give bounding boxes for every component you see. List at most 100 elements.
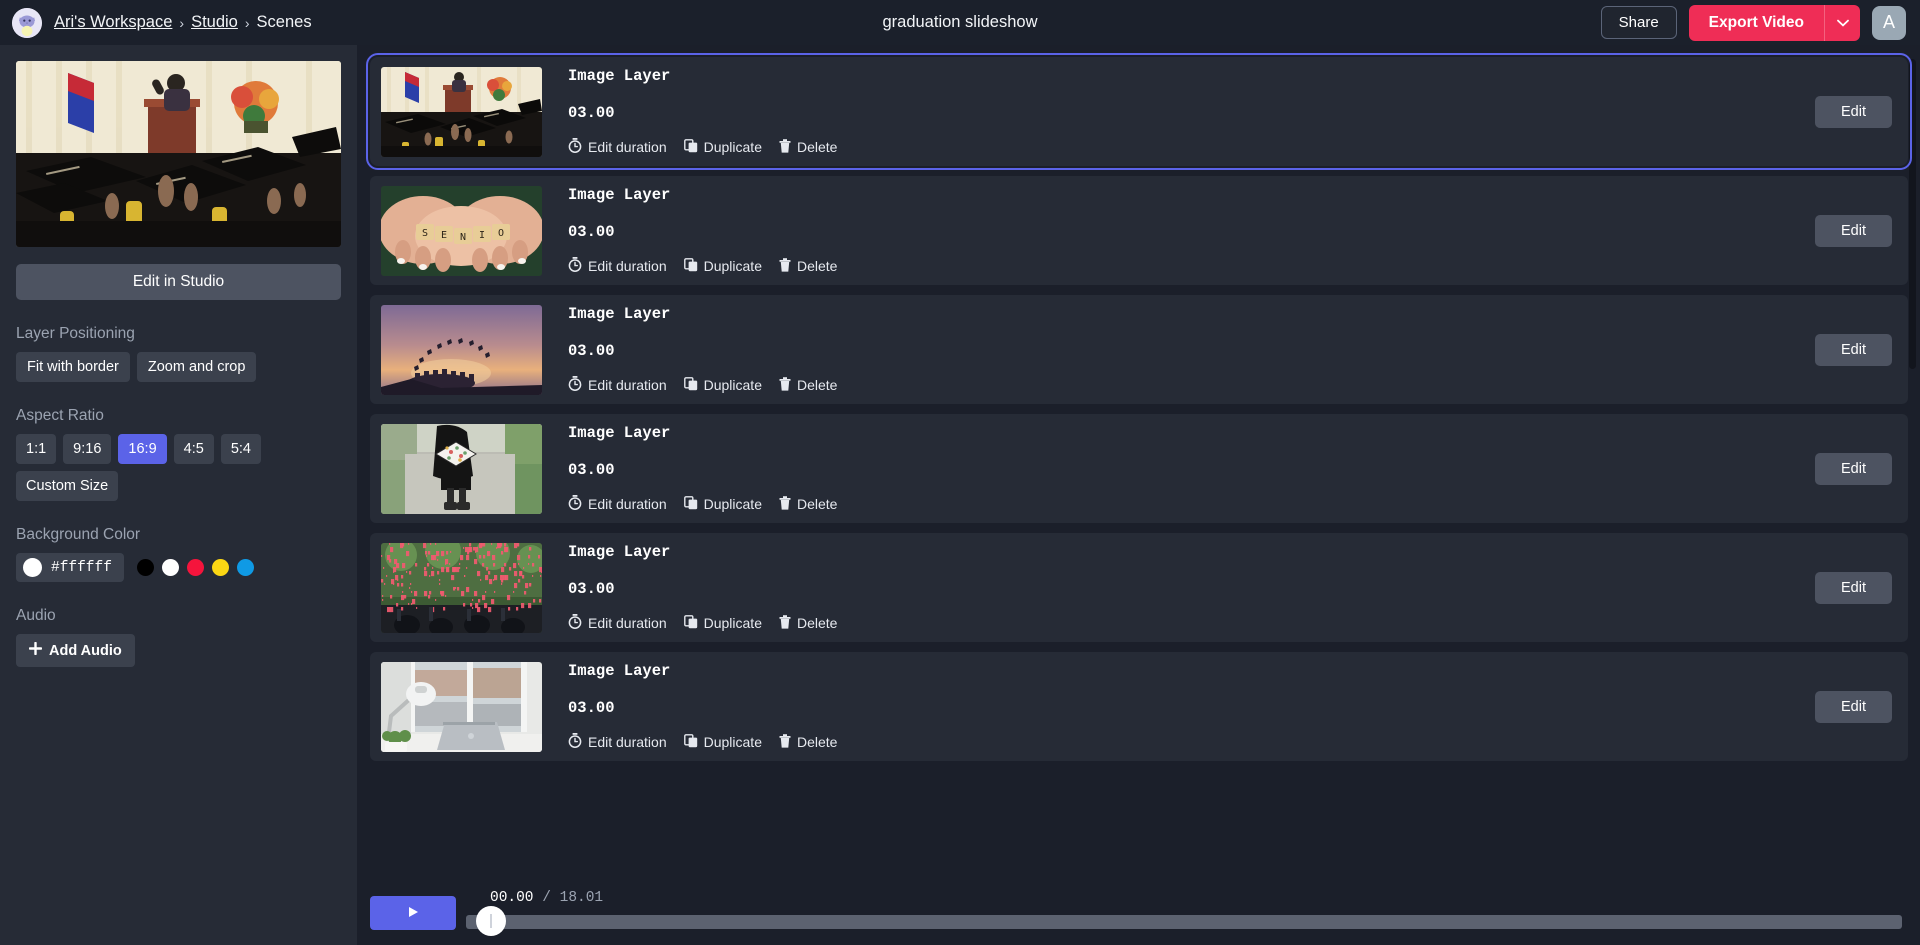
background-color-field[interactable]: #ffffff xyxy=(16,553,124,582)
scene-duration: 03.00 xyxy=(568,461,615,479)
color-preset-swatches xyxy=(136,559,254,576)
add-audio-button[interactable]: Add Audio xyxy=(16,634,135,667)
scene-info: Image Layer 03.00 Edit duration Duplicate De… xyxy=(568,662,837,751)
scene-actions: Edit duration Duplicate Delete xyxy=(568,733,837,751)
edit-duration-label: Edit duration xyxy=(588,734,667,750)
breadcrumb-separator: › xyxy=(179,14,185,31)
scene-edit-button[interactable]: Edit xyxy=(1815,95,1892,128)
chip-aspect-1-1[interactable]: 1:1 xyxy=(16,434,57,464)
chip-custom-size[interactable]: Custom Size xyxy=(16,471,119,501)
delete-action[interactable]: Delete xyxy=(779,257,837,275)
color-swatch-red[interactable] xyxy=(186,559,204,576)
edit-duration-action[interactable]: Edit duration xyxy=(568,614,667,632)
chip-zoom-and-crop[interactable]: Zoom and crop xyxy=(136,352,257,382)
timeline-track[interactable] xyxy=(466,915,1902,929)
share-button[interactable]: Share xyxy=(1600,6,1677,39)
chip-fit-with-border[interactable]: Fit with border xyxy=(16,352,130,382)
app-root: Ari's Workspace › Studio › Scenes gradua… xyxy=(0,0,1920,945)
scene-thumbnail[interactable]: SENIO xyxy=(381,185,542,276)
delete-action[interactable]: Delete xyxy=(779,138,837,156)
scene-row[interactable]: Image Layer 03.00 Edit duration Duplicate De… xyxy=(370,414,1908,523)
scene-layer-name: Image Layer xyxy=(568,305,671,323)
duplicate-label: Duplicate xyxy=(703,734,762,750)
edit-duration-action[interactable]: Edit duration xyxy=(568,138,667,156)
scene-row[interactable]: Image Layer 03.00 Edit duration Duplicate De… xyxy=(370,295,1908,404)
delete-action[interactable]: Delete xyxy=(779,376,838,394)
scene-thumbnail[interactable] xyxy=(381,661,542,752)
play-button[interactable] xyxy=(370,896,456,930)
copy-icon xyxy=(683,733,698,751)
breadcrumb-item-workspace[interactable]: Ari's Workspace xyxy=(54,13,172,32)
duplicate-action[interactable]: Duplicate xyxy=(683,138,762,156)
edit-duration-label: Edit duration xyxy=(588,615,667,631)
edit-in-studio-button[interactable]: Edit in Studio xyxy=(16,264,341,300)
layer-positioning-label: Layer Positioning xyxy=(16,325,135,342)
export-video-button[interactable]: Export Video xyxy=(1688,4,1824,41)
duplicate-action[interactable]: Duplicate xyxy=(683,733,762,751)
chevron-down-icon[interactable] xyxy=(1824,4,1860,41)
header-actions: Share Export Video A xyxy=(1600,4,1906,41)
export-button-group: Export Video xyxy=(1688,4,1860,41)
background-color-label: Background Color xyxy=(16,526,141,543)
color-swatch-blue[interactable] xyxy=(236,559,254,576)
scene-row[interactable]: Image Layer 03.00 Edit duration Duplicate De… xyxy=(366,53,1912,170)
chip-aspect-4-5[interactable]: 4:5 xyxy=(173,434,214,464)
audio-label: Audio xyxy=(16,607,56,624)
breadcrumb-item-studio[interactable]: Studio xyxy=(191,13,238,32)
edit-duration-label: Edit duration xyxy=(588,258,667,274)
chip-aspect-9-16[interactable]: 9:16 xyxy=(63,434,112,464)
add-audio-label: Add Audio xyxy=(49,642,122,659)
delete-label: Delete xyxy=(796,377,838,393)
edit-duration-action[interactable]: Edit duration xyxy=(568,733,667,751)
scene-thumbnail[interactable] xyxy=(381,66,542,157)
duplicate-action[interactable]: Duplicate xyxy=(683,495,762,513)
scene-row[interactable]: S E N I O Image Layer 03.00 Edit duration Duplic… xyxy=(370,176,1908,285)
aspect-ratio-label: Aspect Ratio xyxy=(16,407,104,424)
time-display: 00.00 / 18.01 xyxy=(490,890,603,906)
edit-duration-action[interactable]: Edit duration xyxy=(568,257,667,275)
scene-list-scrollbar[interactable] xyxy=(1909,59,1916,877)
background-color-value: #ffffff xyxy=(51,559,112,576)
scene-actions: Edit duration Duplicate Delete xyxy=(568,614,837,632)
background-color-row: #ffffff xyxy=(16,553,341,582)
breadcrumb-item-scenes[interactable]: Scenes xyxy=(257,13,312,32)
scene-info: Image Layer 03.00 Edit duration Duplicate De… xyxy=(568,543,837,632)
duplicate-action[interactable]: Duplicate xyxy=(683,376,762,394)
scene-edit-button[interactable]: Edit xyxy=(1815,214,1892,247)
scene-edit-button[interactable]: Edit xyxy=(1815,571,1892,604)
delete-action[interactable]: Delete xyxy=(779,733,837,751)
duplicate-label: Duplicate xyxy=(703,615,762,631)
color-swatch-black[interactable] xyxy=(136,559,154,576)
chip-aspect-5-4[interactable]: 5:4 xyxy=(220,434,261,464)
scrollbar-thumb[interactable] xyxy=(1909,59,1916,369)
stopwatch-icon xyxy=(568,257,582,275)
scene-thumbnail[interactable] xyxy=(381,542,542,633)
delete-action[interactable]: Delete xyxy=(779,614,837,632)
cat-avatar-icon[interactable] xyxy=(12,7,42,38)
user-avatar[interactable]: A xyxy=(1872,5,1906,40)
main-panel: Image Layer 03.00 Edit duration Duplicate De… xyxy=(358,45,1920,945)
chip-aspect-16-9[interactable]: 16:9 xyxy=(118,434,167,464)
duplicate-action[interactable]: Duplicate xyxy=(683,257,762,275)
scene-row[interactable]: Image Layer 03.00 Edit duration Duplicate De… xyxy=(370,533,1908,642)
scene-row[interactable]: Image Layer 03.00 Edit duration Duplicate De… xyxy=(370,652,1908,761)
scene-thumbnail[interactable] xyxy=(381,304,542,395)
timeline: 00.00 / 18.01 xyxy=(466,890,1908,936)
timeline-playhead[interactable] xyxy=(476,906,506,936)
svg-text:I: I xyxy=(479,230,485,241)
scene-edit-button[interactable]: Edit xyxy=(1815,452,1892,485)
app-body: Edit in Studio Layer Positioning Fit wit… xyxy=(0,45,1920,945)
duplicate-action[interactable]: Duplicate xyxy=(683,614,762,632)
scene-edit-button[interactable]: Edit xyxy=(1815,333,1892,366)
edit-duration-action[interactable]: Edit duration xyxy=(568,495,667,513)
delete-action[interactable]: Delete xyxy=(779,495,837,513)
scene-thumbnail[interactable] xyxy=(381,423,542,514)
settings-sidebar: Edit in Studio Layer Positioning Fit wit… xyxy=(0,45,358,945)
play-icon xyxy=(406,905,420,922)
scene-duration: 03.00 xyxy=(568,580,615,598)
color-swatch-yellow[interactable] xyxy=(211,559,229,576)
edit-duration-action[interactable]: Edit duration xyxy=(568,376,667,394)
color-swatch-white[interactable] xyxy=(161,559,179,576)
scene-edit-button[interactable]: Edit xyxy=(1815,690,1892,723)
scene-duration: 03.00 xyxy=(568,223,615,241)
